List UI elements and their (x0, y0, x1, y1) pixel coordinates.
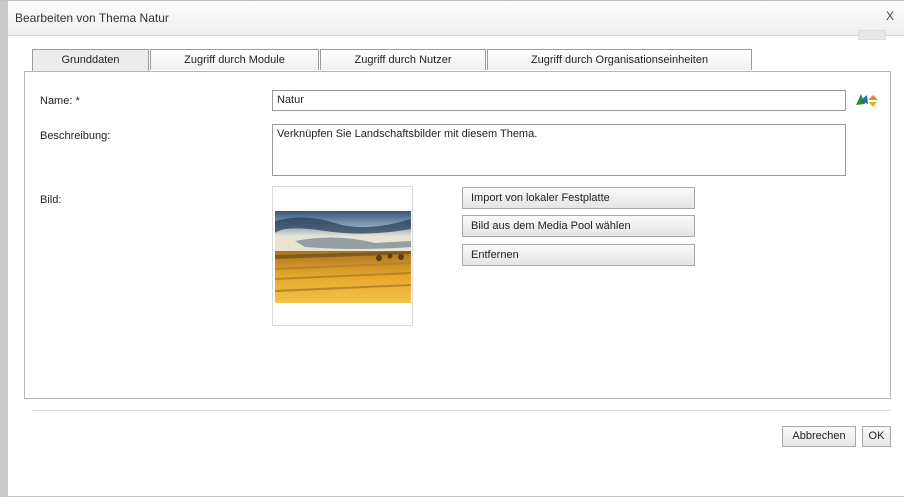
close-icon[interactable]: X (886, 9, 894, 23)
name-field[interactable]: Natur (272, 90, 846, 111)
media-pool-button[interactable]: Bild aus dem Media Pool wählen (462, 215, 695, 237)
tab-panel (24, 71, 891, 399)
tab-grunddaten[interactable]: Grunddaten (32, 49, 149, 72)
tab-zugriff-module[interactable]: Zugriff durch Module (150, 49, 319, 70)
remove-image-button[interactable]: Entfernen (462, 244, 695, 266)
ok-button[interactable]: OK (862, 426, 891, 447)
name-label: Name: * (40, 95, 80, 107)
landscape-image (275, 211, 411, 303)
description-label: Beschreibung: (40, 130, 111, 142)
dialog-title: Bearbeiten von Thema Natur (15, 11, 169, 25)
tab-zugriff-nutzer[interactable]: Zugriff durch Nutzer (320, 49, 486, 70)
dialog-titlebar: Bearbeiten von Thema Natur (8, 1, 904, 40)
image-label: Bild: (40, 194, 62, 206)
description-field[interactable]: Verknüpfen Sie Landschaftsbilder mit die… (272, 124, 846, 176)
translate-icon[interactable] (855, 92, 879, 108)
footer-divider (32, 410, 891, 411)
titlebar-decoration (858, 30, 886, 40)
tab-zugriff-organisationseinheiten[interactable]: Zugriff durch Organisationseinheiten (487, 49, 752, 70)
cancel-button[interactable]: Abbrechen (782, 426, 856, 447)
import-local-button[interactable]: Import von lokaler Festplatte (462, 187, 695, 209)
